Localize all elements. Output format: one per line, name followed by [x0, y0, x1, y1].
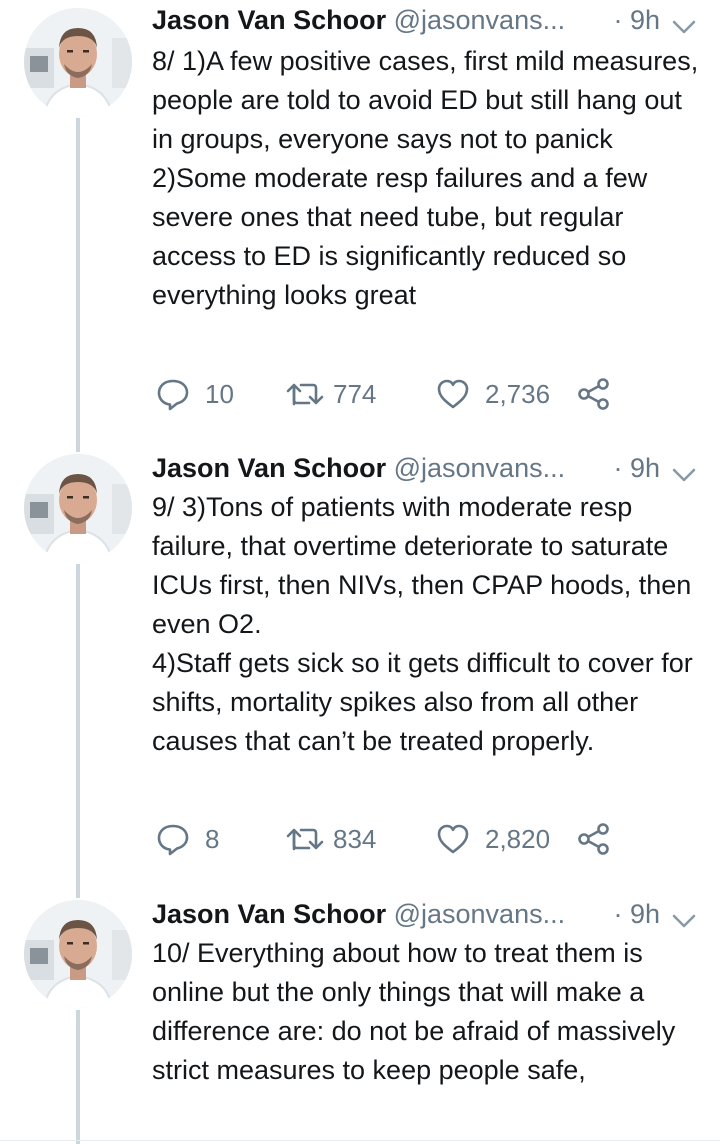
author-name[interactable]: Jason Van Schoor [152, 899, 386, 929]
action-bar: 10 774 2,736 [155, 374, 625, 414]
tweet-paragraph: 8/ 1)A few positive cases, first mild me… [152, 46, 699, 154]
share-button[interactable] [577, 374, 611, 414]
retweet-count: 834 [333, 824, 377, 854]
thread-line [76, 118, 80, 452]
tweet-header: Jason Van Schoor @jasonvans... · 9h [152, 896, 712, 932]
tweet-text: 8/ 1)A few positive cases, first mild me… [152, 42, 707, 315]
like-button[interactable]: 2,736 [435, 374, 550, 414]
reply-count: 10 [205, 379, 234, 409]
reply-icon [155, 376, 191, 412]
like-count: 2,820 [485, 824, 551, 854]
share-button[interactable] [577, 819, 611, 859]
retweet-button[interactable]: 834 [285, 819, 376, 859]
tweet-text: 10/ Everything about how to treat them i… [152, 934, 707, 1090]
like-count: 2,736 [485, 379, 551, 409]
author-name[interactable]: Jason Van Schoor [152, 453, 386, 483]
tweet-paragraph: 10/ Everything about how to treat them i… [152, 938, 676, 1085]
thread-line [76, 564, 80, 898]
heart-icon [435, 821, 471, 857]
tweet-paragraph: 2)Some moderate resp failures and a few … [152, 163, 648, 310]
chevron-down-icon[interactable] [670, 10, 698, 34]
action-bar: 8 834 2,820 [155, 819, 625, 859]
tweet-header: Jason Van Schoor @jasonvans... · 9h [152, 2, 712, 38]
tweet-paragraph: 4)Staff gets sick so it gets difficult t… [152, 648, 693, 756]
reply-button[interactable]: 10 [155, 374, 234, 414]
reply-count: 8 [205, 824, 220, 854]
author-handle[interactable]: @jasonvans... [394, 453, 566, 483]
share-icon [577, 376, 611, 412]
timestamp[interactable]: · 9h [613, 2, 660, 38]
avatar[interactable] [24, 900, 132, 1008]
author-name[interactable]: Jason Van Schoor [152, 5, 386, 35]
share-icon [577, 821, 611, 857]
bottom-divider [0, 1140, 720, 1141]
tweet-text: 9/ 3)Tons of patients with moderate resp… [152, 488, 707, 761]
retweet-icon [285, 376, 325, 412]
thread-line [76, 1010, 80, 1144]
retweet-count: 774 [333, 379, 377, 409]
chevron-down-icon[interactable] [670, 458, 698, 482]
avatar[interactable] [24, 454, 132, 562]
chevron-down-icon[interactable] [670, 904, 698, 928]
retweet-icon [285, 821, 325, 857]
tweet-header: Jason Van Schoor @jasonvans... · 9h [152, 450, 712, 486]
avatar[interactable] [24, 8, 132, 116]
reply-button[interactable]: 8 [155, 819, 219, 859]
tweet-paragraph: 9/ 3)Tons of patients with moderate resp… [152, 492, 692, 639]
reply-icon [155, 821, 191, 857]
timestamp[interactable]: · 9h [613, 450, 660, 486]
timestamp[interactable]: · 9h [613, 896, 660, 932]
like-button[interactable]: 2,820 [435, 819, 550, 859]
retweet-button[interactable]: 774 [285, 374, 376, 414]
author-handle[interactable]: @jasonvans... [394, 899, 566, 929]
heart-icon [435, 376, 471, 412]
author-handle[interactable]: @jasonvans... [394, 5, 566, 35]
